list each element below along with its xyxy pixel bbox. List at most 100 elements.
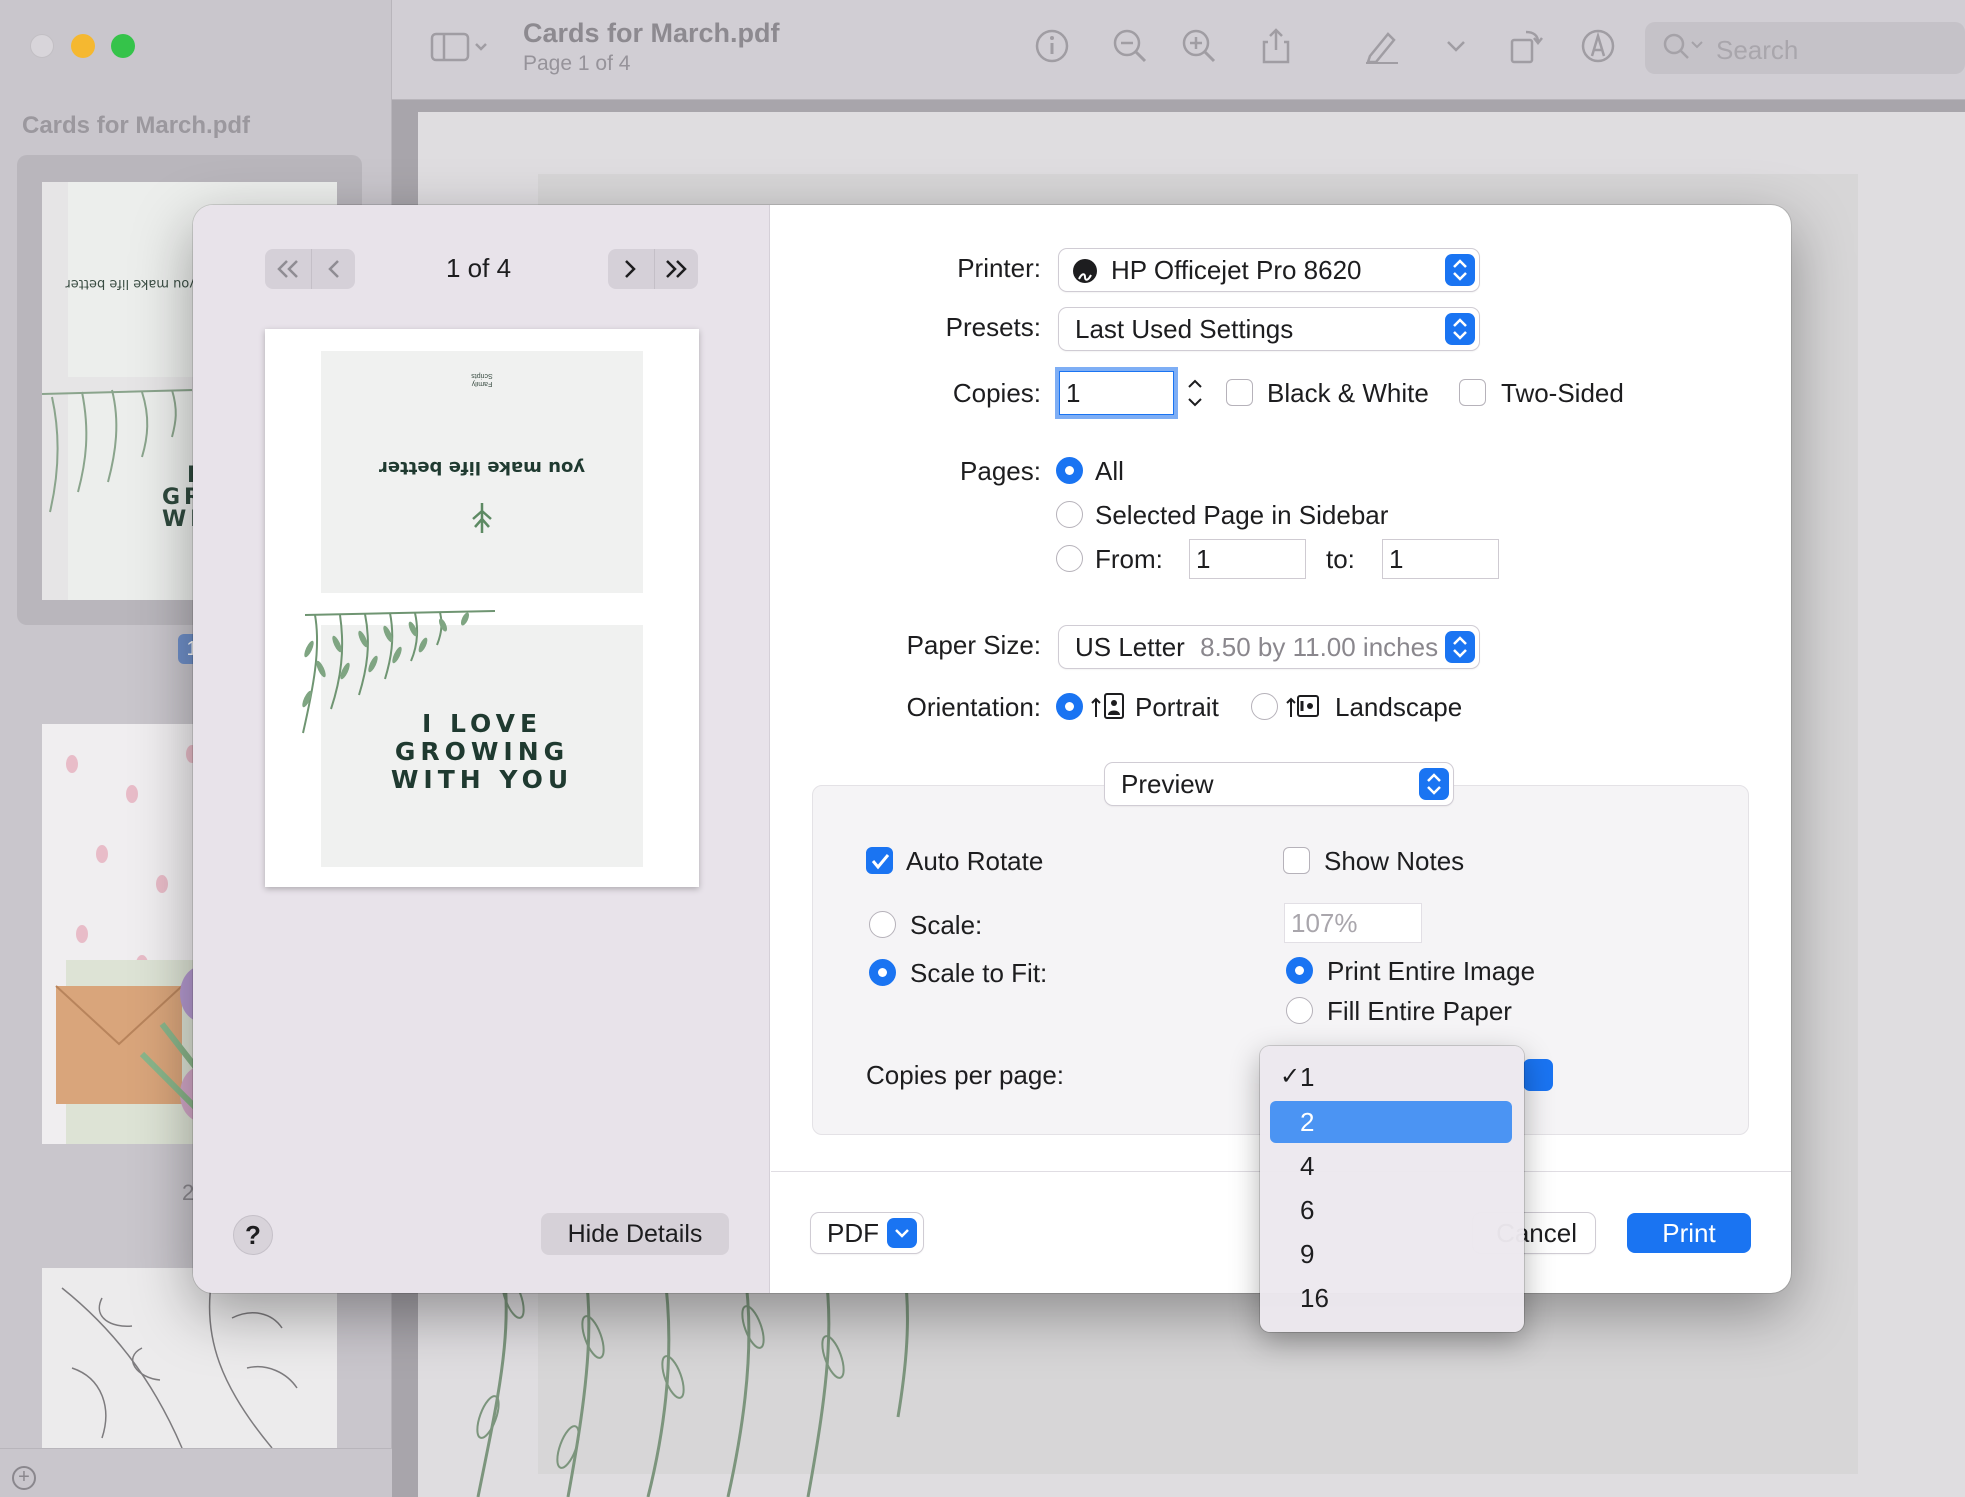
copies-menu-item-6[interactable]: 6 [1270,1189,1512,1231]
fill-entire-paper-label: Fill Entire Paper [1327,996,1512,1026]
pages-selected-radio[interactable] [1056,501,1083,528]
orientation-portrait-radio[interactable] [1056,693,1083,720]
copies-menu-item-9-label: 9 [1300,1239,1315,1269]
presets-popup[interactable]: Last Used Settings [1059,308,1479,350]
copies-menu-item-1[interactable]: ✓ 1 [1270,1056,1512,1098]
add-page-icon[interactable]: + [12,1466,36,1490]
zoom-window-button[interactable] [111,34,135,58]
document-title: Cards for March.pdf [523,18,780,48]
page-nav-forward-group [608,249,698,289]
copies-menu-item-16-label: 16 [1300,1283,1329,1313]
share-icon[interactable] [1258,28,1294,64]
first-page-icon[interactable] [265,249,309,289]
landscape-icon [1286,691,1320,721]
orientation-landscape-radio[interactable] [1251,693,1278,720]
copies-per-page-label: Copies per page: [866,1060,1065,1090]
fill-entire-paper-radio[interactable] [1286,997,1313,1024]
pages-to-field[interactable]: 1 [1382,539,1499,579]
preview-card-line-2: GROWING [394,737,570,766]
print-button[interactable]: Print [1627,1213,1751,1253]
checkmark-icon: ✓ [1280,1063,1301,1090]
pages-from-field[interactable]: 1 [1189,539,1306,579]
info-icon[interactable] [1034,28,1070,64]
copies-per-page-popup-arrow[interactable] [1523,1059,1553,1091]
pdf-menu-label: PDF [827,1218,879,1248]
auto-rotate-checkbox[interactable] [866,847,893,874]
section-popup-arrows-icon [1419,768,1449,800]
sidebar-toggle-icon[interactable] [430,28,490,64]
show-notes-label: Show Notes [1324,846,1465,876]
auto-rotate-check-icon [871,854,890,870]
paper-size-label: Paper Size: [906,630,1041,660]
preview-card-top-text: you make life better [378,457,586,478]
copies-field[interactable]: 1 [1059,371,1174,415]
next-page-icon[interactable] [608,249,652,289]
preview-card-sprig [472,503,492,533]
black-white-checkbox[interactable] [1226,379,1253,406]
scale-to-fit-label: Scale to Fit: [910,958,1048,988]
pdf-menu-button[interactable]: PDF [811,1213,923,1253]
pages-label: Pages: [960,456,1041,486]
copies-menu-item-9[interactable]: 9 [1270,1233,1512,1275]
two-sided-label: Two-Sided [1501,378,1624,408]
previous-page-icon[interactable] [311,249,355,289]
rotate-icon[interactable] [1508,28,1544,64]
scale-radio[interactable] [869,911,896,938]
thumbnail-page-3-art [61,1277,298,1449]
annotate-icon[interactable] [1580,28,1616,64]
zoom-out-icon[interactable] [1112,28,1148,64]
help-button[interactable]: ? [233,1215,273,1255]
pages-all-radio[interactable] [1056,457,1083,484]
sidebar-title: Cards for March.pdf [22,112,251,139]
black-white-label: Black & White [1267,378,1429,408]
auto-rotate-label: Auto Rotate [906,846,1044,876]
paper-size-value: US Letter [1075,632,1185,662]
paper-size-popup[interactable]: US Letter 8.50 by 11.00 inches [1059,626,1479,668]
markup-menu-chevron-icon[interactable] [1444,28,1468,64]
preview-card-line-3: WITH YOU [390,765,574,794]
pages-from-label: From: [1095,544,1163,574]
svg-text:you make life better: you make life better [65,276,197,291]
page-indicator: 1 of 4 [446,253,512,283]
last-page-icon[interactable] [654,249,698,289]
close-window-button[interactable] [30,34,54,58]
preview-card-logo: Family Scripts [471,372,493,387]
scale-label: Scale: [910,910,983,940]
pdf-chevron-icon [887,1218,917,1248]
printer-popup[interactable]: HP Officejet Pro 8620 [1059,249,1479,291]
hide-details-button[interactable]: Hide Details [541,1213,729,1255]
copies-menu-item-4[interactable]: 4 [1270,1145,1512,1187]
two-sided-checkbox[interactable] [1459,379,1486,406]
copies-menu-item-2[interactable]: 2 [1270,1101,1512,1143]
orientation-portrait-label: Portrait [1135,692,1219,722]
show-notes-checkbox[interactable] [1283,847,1310,874]
copies-menu-item-1-label: 1 [1300,1062,1315,1092]
pages-to-label: to: [1326,544,1355,574]
search-placeholder: Search [1716,35,1799,65]
orientation-label: Orientation: [906,692,1041,722]
copies-menu-item-16[interactable]: 16 [1270,1277,1512,1319]
copies-menu-item-4-label: 4 [1300,1151,1315,1181]
copies-menu-item-2-label: 2 [1300,1107,1315,1137]
preview-willow-leaves [302,610,495,734]
minimize-window-button[interactable] [71,34,95,58]
page-nav-back-group [265,249,355,289]
printer-status-icon [1073,259,1097,283]
zoom-in-icon[interactable] [1181,28,1217,64]
presets-value: Last Used Settings [1075,314,1294,344]
paper-size-detail: 8.50 by 11.00 inches [1200,632,1439,662]
print-entire-image-radio[interactable] [1286,957,1313,984]
scale-to-fit-radio[interactable] [869,959,896,986]
section-popup[interactable]: Preview [1105,763,1453,805]
copies-label: Copies: [952,378,1041,408]
print-dialog: 1 of 4 Family Scripts you make life bett… [193,205,1791,1293]
presets-label: Presets: [945,312,1041,342]
markup-pen-icon[interactable] [1364,28,1400,64]
copies-per-page-menu: ✓ 1 2 4 6 9 16 [1260,1046,1524,1332]
pages-selected-label: Selected Page in Sidebar [1095,500,1389,530]
thumbnail-page-3[interactable] [42,1268,337,1449]
printer-popup-arrows-icon [1445,254,1475,286]
scale-field[interactable]: 107% [1284,903,1422,943]
copies-stepper[interactable] [1184,373,1206,413]
pages-from-radio[interactable] [1056,545,1083,572]
